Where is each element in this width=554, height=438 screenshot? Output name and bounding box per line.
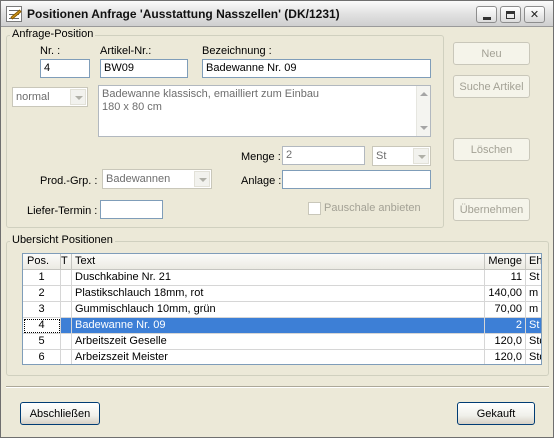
cell-text: Badewanne Nr. 09 — [72, 318, 485, 334]
unit-select-value: St — [376, 150, 387, 162]
abschliessen-button[interactable]: Abschließen — [20, 402, 100, 425]
type-select-value: normal — [16, 91, 50, 103]
artikel-nr-input[interactable]: BW09 — [100, 59, 188, 78]
cell-t — [61, 334, 72, 350]
cell-eh: St — [526, 270, 541, 286]
cell-menge: 11 — [485, 270, 526, 286]
cell-pos: 6 — [23, 350, 61, 364]
header-pos[interactable]: Pos. — [23, 254, 61, 270]
table-row[interactable]: 5 Arbeitszeit Geselle 120,0 Std — [23, 334, 541, 350]
suche-artikel-button[interactable]: Suche Artikel — [453, 75, 530, 98]
cell-eh: Std — [526, 334, 541, 350]
table-row-selected[interactable]: 4 Badewanne Nr. 09 2 St — [23, 318, 541, 334]
description-scrollbar[interactable] — [416, 86, 430, 136]
pauschale-checkbox[interactable] — [308, 202, 321, 215]
type-select[interactable]: normal — [12, 87, 88, 107]
liefer-termin-input[interactable] — [100, 200, 163, 219]
cell-text: Arbeitszeit Geselle — [72, 334, 485, 350]
cell-text: Arbeizszeit Meister — [72, 350, 485, 364]
header-menge[interactable]: Menge — [485, 254, 526, 270]
scroll-up-icon[interactable] — [420, 92, 428, 96]
cell-t — [61, 302, 72, 318]
minimize-button[interactable] — [476, 6, 497, 23]
cell-menge: 70,00 — [485, 302, 526, 318]
chevron-down-icon[interactable] — [194, 171, 210, 187]
cell-text: Gummischlauch 10mm, grün — [72, 302, 485, 318]
dialog-window: Positionen Anfrage 'Ausstattung Nasszell… — [0, 0, 554, 438]
title-bar[interactable]: Positionen Anfrage 'Ausstattung Nasszell… — [1, 1, 553, 27]
pauschale-label: Pauschale anbieten — [324, 202, 421, 214]
unit-select[interactable]: St — [372, 146, 431, 166]
nr-input[interactable]: 4 — [40, 59, 90, 78]
cell-menge: 140,00 — [485, 286, 526, 302]
cell-pos: 4 — [23, 318, 61, 334]
cell-eh: St — [526, 318, 541, 334]
maximize-button[interactable] — [500, 6, 521, 23]
header-text[interactable]: Text — [72, 254, 485, 270]
maximize-icon — [506, 10, 515, 19]
description-line-1: Badewanne klassisch, emailliert zum Einb… — [102, 88, 320, 100]
cell-eh: m — [526, 302, 541, 318]
artikel-nr-label: Artikel-Nr.: — [100, 45, 152, 57]
neu-button[interactable]: Neu — [453, 42, 530, 65]
table-row[interactable]: 2 Plastikschlauch 18mm, rot 140,00 m — [23, 286, 541, 302]
cell-pos: 1 — [23, 270, 61, 286]
close-icon: ✕ — [529, 9, 540, 21]
anfrage-position-title: Anfrage-Position — [10, 28, 96, 40]
prod-grp-label: Prod.-Grp. : — [40, 175, 98, 187]
nr-label: Nr. : — [40, 45, 61, 57]
prod-grp-value: Badewannen — [106, 173, 171, 185]
cell-text: Plastikschlauch 18mm, rot — [72, 286, 485, 302]
footer-divider — [6, 386, 549, 388]
cell-menge: 120,0 — [485, 350, 526, 364]
cell-t — [61, 318, 72, 334]
chevron-down-icon[interactable] — [70, 89, 86, 105]
cell-t — [61, 350, 72, 364]
cell-eh: m — [526, 286, 541, 302]
app-icon — [6, 6, 22, 22]
uebernehmen-button[interactable]: Übernehmen — [453, 198, 530, 221]
gekauft-button[interactable]: Gekauft — [457, 402, 535, 425]
bezeichnung-label: Bezeichnung : — [202, 45, 272, 57]
cell-eh: Std — [526, 350, 541, 364]
cell-t — [61, 270, 72, 286]
table-row[interactable]: 6 Arbeizszeit Meister 120,0 Std — [23, 350, 541, 364]
anlage-label: Anlage : — [241, 175, 282, 187]
cell-text: Duschkabine Nr. 21 — [72, 270, 485, 286]
prod-grp-select[interactable]: Badewannen — [102, 169, 212, 189]
minimize-icon — [482, 16, 491, 20]
table-row[interactable]: 3 Gummischlauch 10mm, grün 70,00 m — [23, 302, 541, 318]
anlage-input[interactable] — [282, 170, 431, 189]
header-eh[interactable]: Eh. — [526, 254, 541, 270]
menge-input[interactable]: 2 — [282, 146, 365, 165]
menge-label: Menge : — [241, 151, 281, 163]
uebersicht-title: Ubersicht Positionen — [10, 234, 115, 246]
cell-pos: 2 — [23, 286, 61, 302]
table-header: Pos. T Text Menge Eh. — [23, 254, 541, 270]
chevron-down-icon[interactable] — [413, 148, 429, 164]
bezeichnung-input[interactable]: Badewanne Nr. 09 — [202, 59, 431, 78]
description-textarea[interactable]: Badewanne klassisch, emailliert zum Einb… — [98, 85, 431, 137]
cell-pos: 3 — [23, 302, 61, 318]
cell-pos: 5 — [23, 334, 61, 350]
scroll-down-icon[interactable] — [420, 126, 428, 130]
liefer-termin-label: Liefer-Termin : — [27, 205, 98, 217]
loeschen-button[interactable]: Löschen — [453, 138, 530, 161]
header-t[interactable]: T — [61, 254, 72, 270]
table-row[interactable]: 1 Duschkabine Nr. 21 11 St — [23, 270, 541, 286]
window-title: Positionen Anfrage 'Ausstattung Nasszell… — [27, 7, 340, 21]
cell-t — [61, 286, 72, 302]
close-button[interactable]: ✕ — [524, 6, 545, 23]
description-line-2: 180 x 80 cm — [102, 101, 162, 113]
cell-menge: 120,0 — [485, 334, 526, 350]
cell-menge: 2 — [485, 318, 526, 334]
positions-table[interactable]: Pos. T Text Menge Eh. 1 Duschkabine Nr. … — [22, 253, 542, 365]
